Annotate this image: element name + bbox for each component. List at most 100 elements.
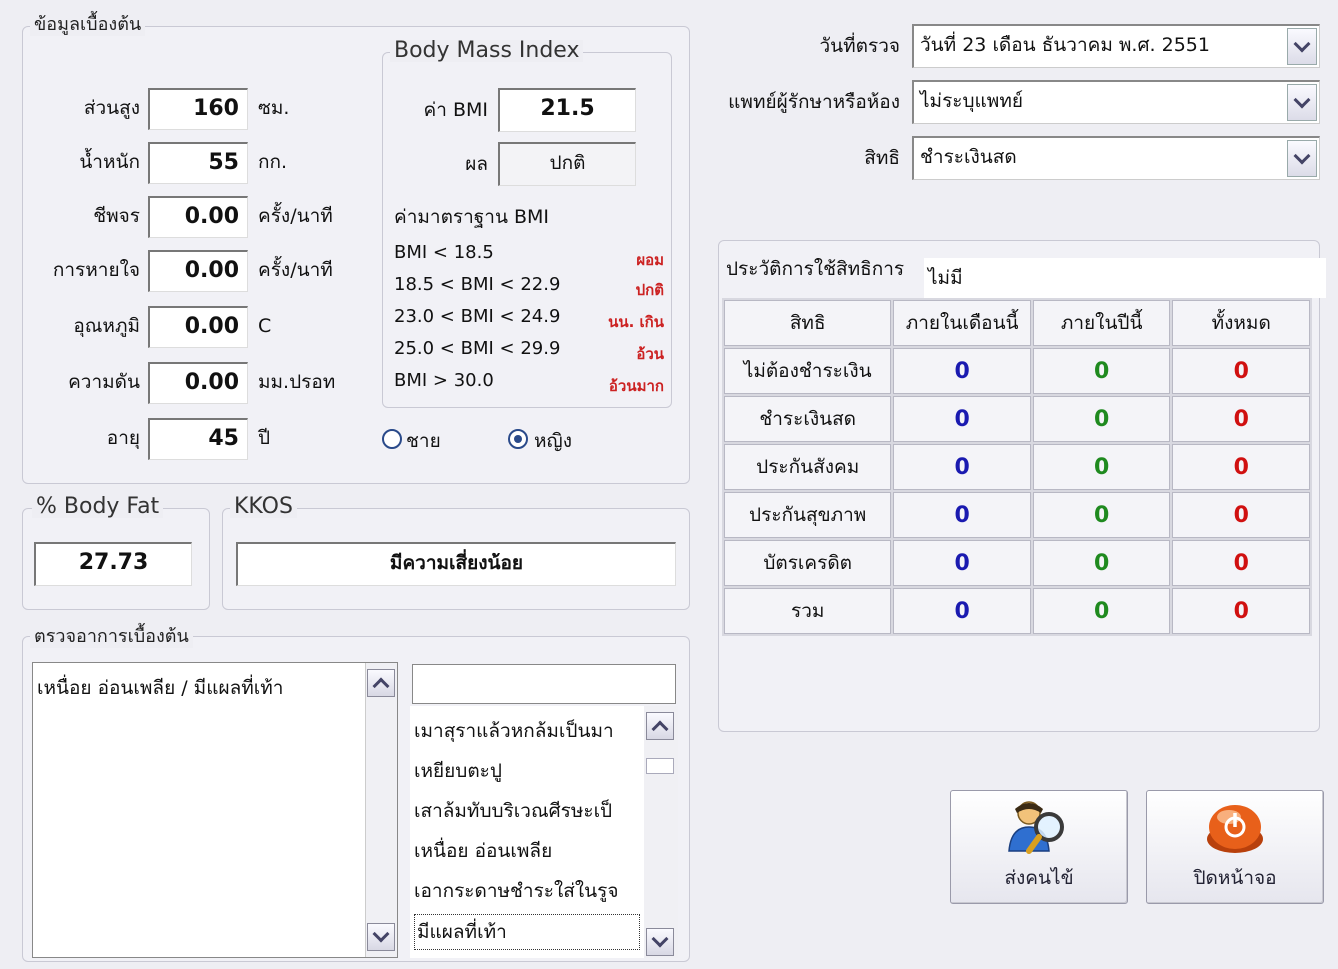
exam-date-value: วันที่ 23 เดือน ธันวาคม พ.ศ. 2551: [920, 34, 1210, 56]
doctor-select[interactable]: ไม่ระบุแพทย์: [912, 80, 1320, 124]
pulse-unit: ครั้ง/นาที: [258, 205, 333, 227]
height-field[interactable]: 160: [148, 88, 248, 130]
scroll-up-button[interactable]: [367, 669, 395, 697]
symptoms-textarea[interactable]: เหนื่อย อ่อนเพลีย / มีแผลที่เท้า: [32, 662, 398, 958]
respiration-label: การหายใจ: [52, 259, 140, 281]
symptom-search-input[interactable]: [412, 664, 676, 704]
dropdown-button[interactable]: [1287, 140, 1317, 177]
list-item[interactable]: เอากระดาษชำระใส่ในรูจ: [414, 876, 640, 906]
list-item-selected[interactable]: มีแผลที่เท้า: [414, 914, 640, 950]
exam-date-select[interactable]: วันที่ 23 เดือน ธันวาคม พ.ศ. 2551: [912, 24, 1320, 68]
basic-info-legend: ข้อมูลเบื้องต้น: [30, 14, 146, 36]
bmi-standard-tag: อ้วนมาก: [608, 377, 664, 395]
total-count-cell: 0: [1172, 396, 1310, 442]
rights-select[interactable]: ชำระเงินสด: [912, 136, 1320, 180]
bmi-standard-range: BMI > 30.0: [394, 370, 494, 391]
sex-male-label: ชาย: [406, 430, 441, 452]
weight-label: น้ำหนัก: [79, 151, 140, 173]
scroll-thumb[interactable]: [646, 758, 674, 774]
age-label: อายุ: [106, 427, 140, 449]
dropdown-button[interactable]: [1287, 28, 1317, 65]
list-item[interactable]: เหยียบตะปู: [414, 756, 640, 786]
year-count-cell: 0: [1032, 444, 1171, 490]
bmi-standard-range: 23.0 < BMI < 24.9: [394, 306, 561, 327]
send-patient-label: ส่งคนไข้: [1004, 867, 1074, 889]
month-count-cell: 0: [893, 492, 1031, 538]
bmi-standard-title: ค่ามาตราฐาน BMI: [394, 206, 549, 228]
right-name-cell: ประกันสุขภาพ: [724, 492, 892, 538]
list-item[interactable]: เมาสุราแล้วหกล้มเป็นมา: [414, 716, 640, 746]
radio-selected-dot: [514, 435, 522, 443]
close-screen-button[interactable]: ปิดหน้าจอ: [1146, 790, 1324, 904]
symptoms-text: เหนื่อย อ่อนเพลีย / มีแผลที่เท้า: [37, 677, 284, 699]
temperature-field[interactable]: 0.00: [148, 306, 248, 348]
chevron-up-icon: [372, 677, 390, 695]
total-count-cell: 0: [1172, 588, 1310, 634]
power-icon: [1207, 805, 1263, 853]
table-row: ไม่ต้องชำระเงิน 0 0 0: [724, 348, 1310, 394]
options-scrollbar[interactable]: [644, 706, 678, 958]
total-count-cell: 0: [1172, 444, 1310, 490]
scroll-down-button[interactable]: [646, 928, 674, 956]
table-header-row: สิทธิ ภายในเดือนนี้ ภายในปีนี้ ทั้งหมด: [724, 300, 1310, 346]
dropdown-button[interactable]: [1287, 84, 1317, 121]
pulse-field[interactable]: 0.00: [148, 196, 248, 238]
column-header: ภายในเดือนนี้: [893, 300, 1031, 346]
weight-unit: กก.: [258, 151, 288, 173]
doctor-search-icon: [1008, 801, 1064, 854]
bmi-result-field: ปกติ: [498, 142, 636, 186]
bmi-standard-row: 18.5 < BMI < 22.9 ปกติ: [394, 274, 664, 299]
total-count-cell: 0: [1172, 492, 1310, 538]
column-header: ภายในปีนี้: [1032, 300, 1171, 346]
bmi-standard-row: BMI > 30.0 อ้วนมาก: [394, 370, 664, 395]
sex-female-label: หญิง: [534, 430, 572, 452]
right-name-cell: รวม: [724, 588, 892, 634]
close-screen-label: ปิดหน้าจอ: [1193, 867, 1277, 889]
scroll-up-button[interactable]: [646, 712, 674, 740]
history-legend: ประวัติการใช้สิทธิการ: [726, 258, 905, 280]
weight-field[interactable]: 55: [148, 142, 248, 184]
right-name-cell: ประกันสังคม: [724, 444, 892, 490]
bmi-standard-row: BMI < 18.5 ผอม: [394, 242, 664, 269]
bmi-result-label: ผล: [465, 153, 488, 175]
right-name-cell: บัตรเครดิต: [724, 540, 892, 586]
table-row: ประกันสังคม 0 0 0: [724, 444, 1310, 490]
history-table: สิทธิ ภายในเดือนนี้ ภายในปีนี้ ทั้งหมด ไ…: [722, 298, 1312, 636]
chevron-down-icon: [1293, 35, 1311, 52]
right-name-cell: ไม่ต้องชำระเงิน: [724, 348, 892, 394]
pulse-label: ชีพจร: [93, 205, 140, 227]
respiration-field[interactable]: 0.00: [148, 250, 248, 292]
kkos-field: มีความเสี่ยงน้อย: [236, 542, 676, 586]
symptoms-scrollbar[interactable]: [365, 663, 397, 957]
sex-female-radio[interactable]: [508, 429, 528, 449]
year-count-cell: 0: [1032, 492, 1171, 538]
chevron-down-icon: [372, 925, 390, 943]
exam-date-label: วันที่ตรวจ: [819, 35, 900, 57]
right-name-cell: ชำระเงินสด: [724, 396, 892, 442]
table-row: ประกันสุขภาพ 0 0 0: [724, 492, 1310, 538]
total-count-cell: 0: [1172, 348, 1310, 394]
send-patient-button[interactable]: ส่งคนไข้: [950, 790, 1128, 904]
pressure-unit: มม.ปรอท: [258, 371, 336, 393]
height-unit: ซม.: [258, 97, 290, 119]
column-header: สิทธิ: [724, 300, 892, 346]
list-item[interactable]: เสาล้มทับบริเวณศีรษะเป็: [414, 796, 640, 826]
total-count-cell: 0: [1172, 540, 1310, 586]
list-item[interactable]: เหนื่อย อ่อนเพลีย: [414, 836, 640, 866]
month-count-cell: 0: [893, 348, 1031, 394]
age-field[interactable]: 45: [148, 418, 248, 460]
bmi-value-label: ค่า BMI: [423, 99, 488, 121]
rights-label: สิทธิ: [864, 147, 900, 169]
bmi-standard-tag: นน. เกิน: [608, 313, 664, 331]
bmi-standard-row: 25.0 < BMI < 29.9 อ้วน: [394, 338, 664, 363]
table-row: รวม 0 0 0: [724, 588, 1310, 634]
column-header: ทั้งหมด: [1172, 300, 1310, 346]
pressure-field[interactable]: 0.00: [148, 362, 248, 404]
sex-male-radio[interactable]: [382, 429, 402, 449]
doctor-value: ไม่ระบุแพทย์: [920, 90, 1023, 112]
scroll-down-button[interactable]: [367, 923, 395, 951]
symptom-options-list[interactable]: เมาสุราแล้วหกล้มเป็นมา เหยียบตะปู เสาล้ม…: [410, 706, 678, 958]
chevron-down-icon: [651, 930, 669, 948]
body-fat-field: 27.73: [34, 542, 192, 586]
temperature-label: อุณหภูมิ: [73, 315, 140, 337]
